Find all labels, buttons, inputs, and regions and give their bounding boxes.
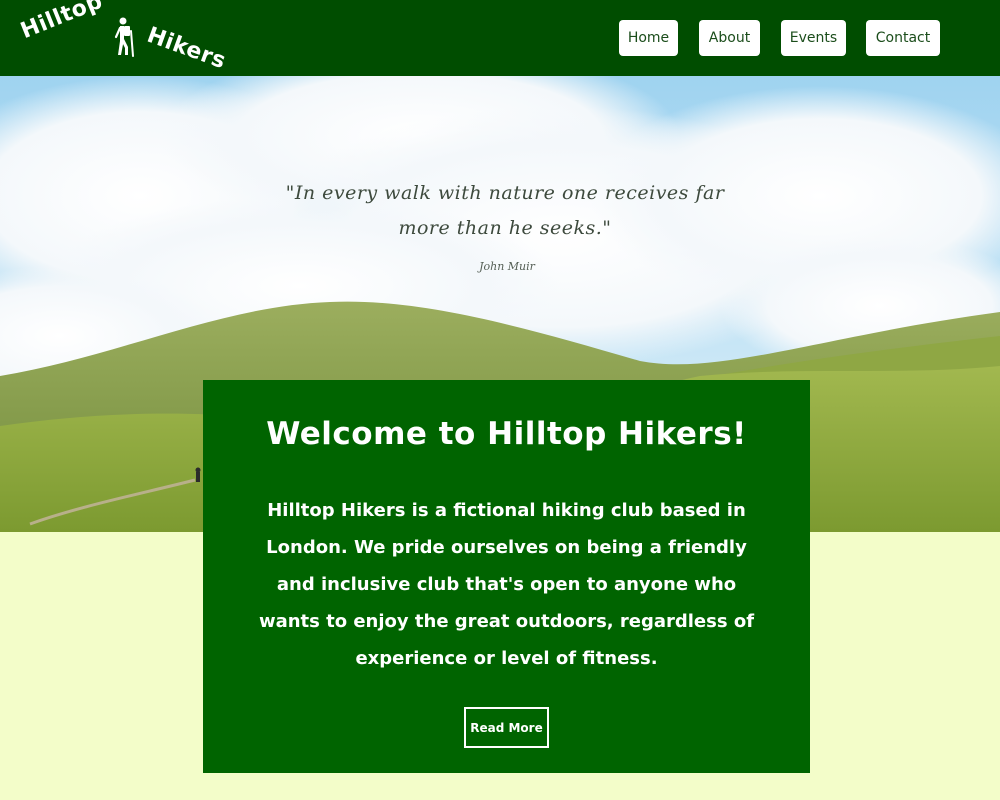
main-nav: Home About Events Contact: [0, 20, 1000, 56]
site-header: Hilltop Hikers Home About Events Contact: [0, 0, 1000, 76]
welcome-title: Welcome to Hilltop Hikers!: [266, 416, 747, 452]
welcome-description: Hilltop Hikers is a fictional hiking clu…: [258, 500, 755, 669]
nav-home-button[interactable]: Home: [619, 20, 678, 56]
hero-quote: "In every walk with nature one receives …: [285, 182, 725, 239]
hero-quote-author: John Muir: [479, 260, 535, 273]
read-more-button[interactable]: Read More: [464, 707, 549, 748]
nav-about-button[interactable]: About: [699, 20, 760, 56]
welcome-card: Welcome to Hilltop Hikers! Hilltop Hiker…: [203, 380, 810, 773]
nav-contact-button[interactable]: Contact: [866, 20, 940, 56]
nav-events-button[interactable]: Events: [781, 20, 846, 56]
